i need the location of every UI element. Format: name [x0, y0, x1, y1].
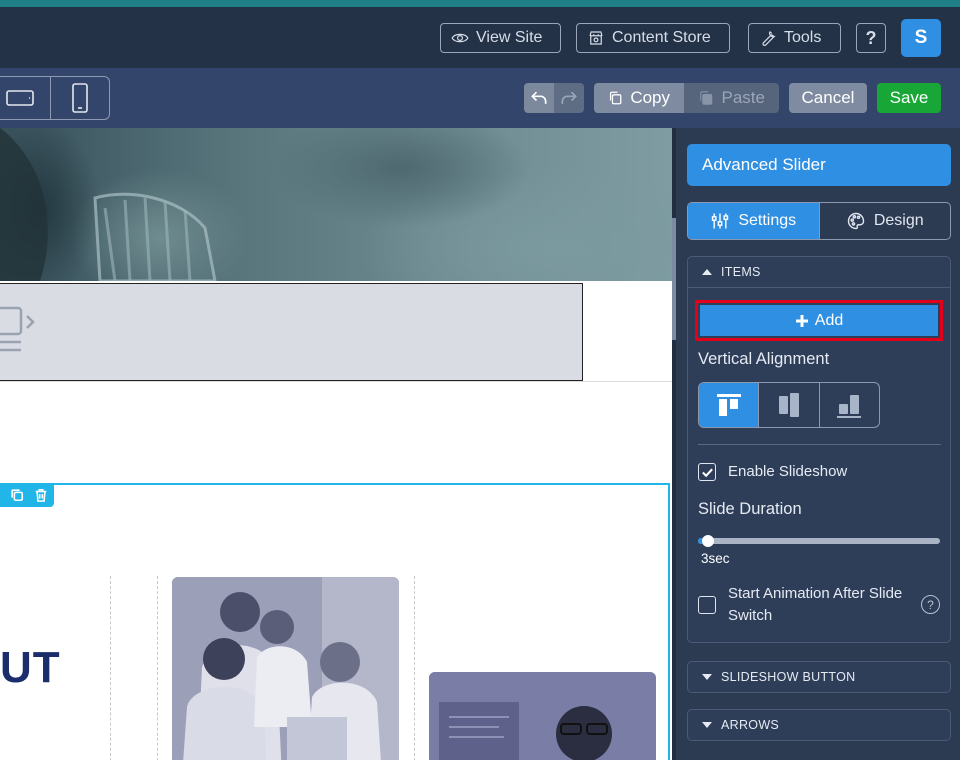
cancel-label: Cancel: [801, 88, 855, 107]
add-item-highlight: Add: [695, 300, 943, 341]
top-accent-stripe: [0, 0, 960, 7]
placeholder-block[interactable]: [0, 283, 583, 381]
arrows-section[interactable]: ARROWS: [687, 709, 951, 741]
arrows-section-title: ARROWS: [721, 718, 780, 732]
paste-label: Paste: [721, 88, 765, 107]
view-site-label: View Site: [476, 29, 543, 46]
redo-button[interactable]: [554, 83, 584, 113]
section-heading-fragment: UT: [0, 643, 61, 692]
hero-image-detail: [0, 128, 217, 283]
copy-paste-group: Copy Paste: [594, 83, 779, 113]
user-avatar[interactable]: S: [901, 19, 941, 57]
vertical-alignment-group: [698, 382, 880, 428]
align-bottom-button[interactable]: [818, 383, 879, 427]
cancel-button[interactable]: Cancel: [789, 83, 867, 113]
enable-slideshow-checkbox[interactable]: [698, 463, 716, 481]
duplicate-icon[interactable]: [10, 488, 24, 502]
mobile-view-button[interactable]: [49, 77, 109, 119]
paste-icon: [700, 91, 713, 105]
copy-button[interactable]: Copy: [594, 83, 684, 113]
add-item-button[interactable]: Add: [700, 305, 938, 336]
avatar-initial: S: [914, 27, 928, 48]
column-guide: [157, 576, 158, 760]
tablet-landscape-icon: [6, 90, 35, 106]
device-switcher: [0, 76, 110, 120]
page-canvas[interactable]: UT: [0, 128, 672, 760]
align-middle-icon: [778, 393, 799, 417]
slide-duration-label: Slide Duration: [698, 500, 802, 518]
store-icon: [589, 31, 603, 45]
caret-down-icon: [702, 722, 712, 728]
content-store-button[interactable]: Content Store: [576, 23, 730, 53]
checkmark-icon: [701, 468, 713, 477]
tools-button[interactable]: Tools: [748, 23, 841, 53]
team-photo: [172, 577, 399, 760]
undo-icon: [531, 91, 547, 104]
tab-settings-label: Settings: [738, 212, 797, 229]
eye-icon: [451, 33, 469, 43]
paste-button[interactable]: Paste: [684, 83, 779, 113]
question-circle-icon[interactable]: ?: [921, 595, 940, 614]
slideshow-button-section-title: SLIDESHOW BUTTON: [721, 670, 856, 684]
top-bar: View Site Content Store Tools ? S: [0, 7, 960, 68]
save-label: Save: [889, 88, 929, 107]
help-label: ?: [865, 27, 877, 48]
copy-label: Copy: [630, 88, 670, 107]
tab-design-label: Design: [873, 212, 924, 229]
mobile-icon: [72, 83, 88, 113]
slideshow-button-section[interactable]: SLIDESHOW BUTTON: [687, 661, 951, 693]
tools-label: Tools: [784, 29, 822, 46]
tablet-landscape-view-button[interactable]: [0, 77, 50, 119]
wrench-icon: [762, 31, 776, 47]
start-animation-checkbox[interactable]: [698, 596, 716, 614]
device-placeholder-icon: [0, 306, 35, 352]
start-animation-label: Start Animation After Slide Switch: [728, 585, 903, 624]
caret-down-icon: [702, 674, 712, 680]
person-photo-illustration: [429, 672, 656, 760]
settings-panel: Advanced Slider Settings Design ITEMS Ad…: [676, 128, 960, 760]
vertical-alignment-label: Vertical Alignment: [698, 350, 830, 368]
align-bottom-icon: [837, 395, 862, 418]
copy-icon: [609, 91, 622, 105]
help-button[interactable]: ?: [856, 23, 886, 53]
content-store-label: Content Store: [612, 29, 711, 46]
tab-design[interactable]: Design: [818, 203, 951, 239]
items-section: ITEMS Add Vertical Alignment Enable Slid: [687, 256, 951, 643]
slide-duration-slider-handle[interactable]: [702, 535, 714, 547]
caret-up-icon: [702, 269, 712, 275]
section-divider: [698, 444, 941, 445]
hero-image: [0, 128, 672, 283]
team-photo-illustration: [172, 577, 399, 760]
items-section-header[interactable]: ITEMS: [688, 257, 950, 288]
column-guide: [110, 576, 111, 760]
slide-duration-value: 3sec: [701, 551, 730, 566]
save-button[interactable]: Save: [877, 83, 941, 113]
add-item-label: Add: [814, 311, 844, 329]
align-top-button[interactable]: [699, 383, 759, 427]
plus-icon: [795, 314, 808, 327]
selection-toolbar: [0, 483, 54, 507]
undo-button[interactable]: [524, 83, 554, 113]
trash-icon[interactable]: [34, 488, 48, 502]
redo-icon: [561, 91, 577, 104]
slide-duration-slider-track[interactable]: [698, 538, 940, 544]
items-section-title: ITEMS: [721, 265, 761, 279]
tab-settings[interactable]: Settings: [688, 203, 819, 239]
undo-redo-group: [524, 83, 584, 113]
enable-slideshow-label: Enable Slideshow: [728, 463, 848, 480]
panel-tabs: Settings Design: [687, 202, 951, 240]
align-top-icon: [716, 394, 741, 416]
column-guide: [414, 576, 415, 760]
person-photo: [429, 672, 656, 760]
editor-toolbar: Copy Paste Cancel Save: [0, 68, 960, 128]
palette-icon: [847, 212, 865, 230]
view-site-button[interactable]: View Site: [440, 23, 561, 53]
panel-title: Advanced Slider: [687, 144, 951, 186]
align-middle-button[interactable]: [758, 383, 818, 427]
section-divider: [0, 381, 672, 382]
sliders-icon: [712, 213, 729, 229]
